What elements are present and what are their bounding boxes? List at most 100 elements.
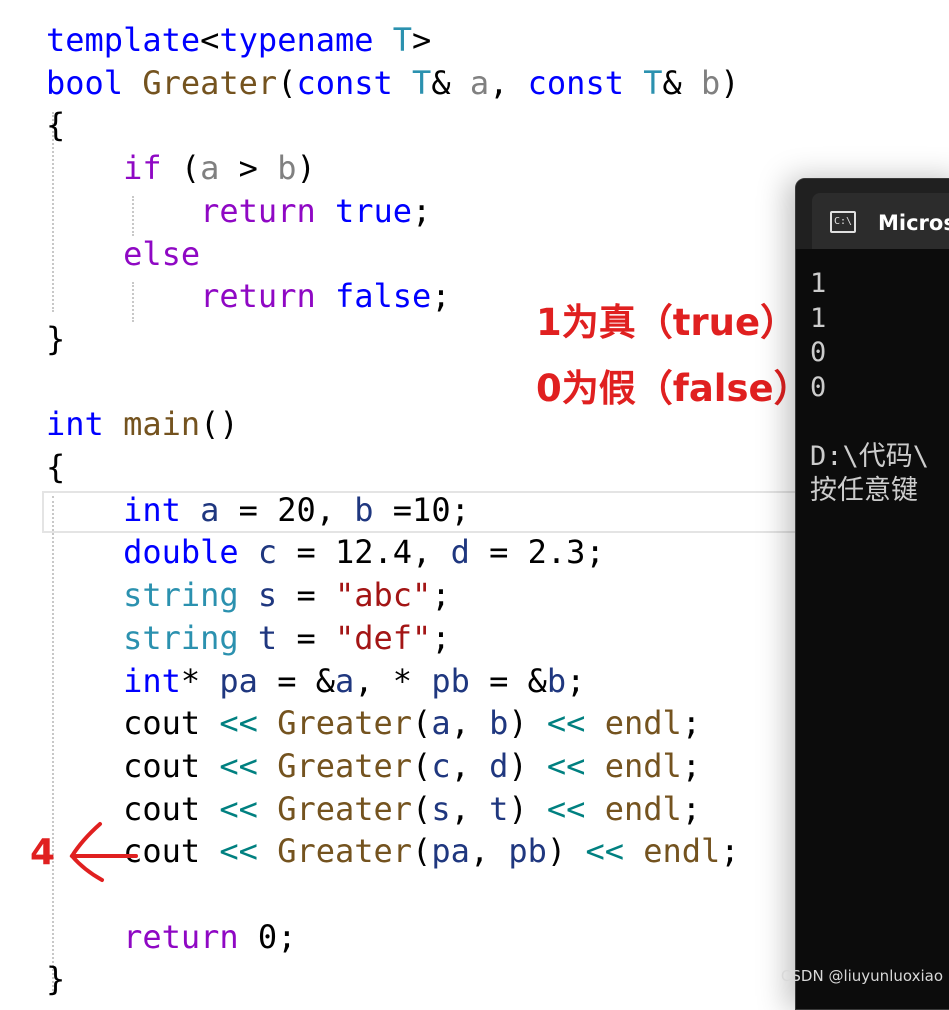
code-token: )	[546, 832, 586, 871]
code-token: Greater	[277, 746, 413, 785]
code-token: b	[277, 149, 297, 188]
code-token: Greater	[277, 704, 413, 743]
code-token: =10;	[373, 490, 470, 529]
code-line: return 0;	[46, 916, 296, 959]
code-token: ;	[681, 789, 702, 828]
code-token: T	[412, 63, 432, 102]
code-token: )	[296, 149, 316, 188]
code-token: = 12.4,	[277, 533, 451, 572]
code-token: "def"	[334, 618, 432, 657]
code-token: a	[469, 63, 490, 102]
code-token: double	[123, 533, 239, 572]
code-token: endl	[604, 789, 682, 828]
code-token: s	[431, 789, 451, 828]
code-token: T	[643, 63, 663, 102]
watermark: CSDN @liuyunluoxiao	[780, 967, 943, 985]
code-token: <<	[546, 704, 586, 743]
code-token: d	[450, 533, 470, 572]
code-line: else	[46, 233, 200, 276]
code-token: cout	[123, 704, 201, 743]
code-line: return false;	[46, 275, 451, 318]
code-token: c	[257, 533, 278, 572]
code-token: (	[412, 704, 432, 743]
debug-console-window[interactable]: C:\ Microsoft Visual Studio 调试控制台 1100D:…	[795, 178, 949, 1010]
code-token: pa	[219, 661, 258, 700]
code-token: ;	[431, 618, 451, 657]
code-token: a	[334, 661, 355, 700]
code-token: true	[334, 191, 413, 230]
code-line: string s = "abc";	[46, 574, 451, 617]
code-token: =	[277, 618, 335, 657]
code-token: else	[123, 234, 201, 273]
console-output-line: 0	[810, 371, 827, 403]
code-token: )	[720, 63, 740, 102]
code-token: main	[123, 405, 201, 444]
annotation-true: 1为真（true）	[536, 301, 798, 344]
code-token: endl	[604, 704, 682, 743]
code-token: <<	[219, 746, 258, 785]
code-token: (	[412, 789, 432, 828]
code-token: return	[123, 917, 239, 956]
code-line: cout << Greater(c, d) << endl;	[46, 745, 701, 788]
code-token: }	[46, 960, 66, 999]
code-line: {	[46, 446, 65, 489]
code-token: Greater	[142, 63, 278, 102]
code-token: <	[200, 21, 220, 59]
arrow-icon	[69, 822, 138, 882]
console-output-line: 1	[810, 302, 827, 334]
code-line: int a = 20, b =10;	[46, 489, 470, 532]
console-tab[interactable]: C:\ Microsoft Visual Studio 调试控制台	[812, 193, 949, 249]
code-token: ,	[450, 789, 490, 828]
code-token: return	[200, 191, 316, 230]
code-line: int main()	[46, 403, 239, 446]
code-token: ;	[431, 277, 451, 316]
code-token: return	[200, 277, 316, 316]
code-token: <<	[219, 789, 258, 828]
code-token: a	[200, 149, 220, 188]
code-line: if (a > b)	[46, 147, 316, 190]
code-line: cout << Greater(a, b) << endl;	[46, 702, 701, 745]
code-line: double c = 12.4, d = 2.3;	[46, 531, 605, 574]
code-token: endl	[643, 832, 721, 871]
code-token: {	[46, 448, 66, 486]
code-token: c	[431, 746, 451, 785]
code-token: Greater	[277, 832, 413, 871]
code-token: if	[123, 149, 162, 188]
console-titlebar[interactable]: C:\ Microsoft Visual Studio 调试控制台	[796, 179, 949, 249]
code-token: (	[277, 63, 297, 102]
code-token: )	[508, 704, 547, 743]
code-token: (	[412, 832, 432, 871]
code-token: int	[123, 490, 181, 529]
code-line: }	[46, 318, 65, 361]
code-token: ;	[431, 576, 451, 615]
code-line: string t = "def";	[46, 617, 451, 660]
code-token: )	[508, 746, 547, 785]
code-token: ;	[412, 191, 432, 230]
code-token: int	[123, 661, 181, 700]
code-token: const	[527, 63, 624, 102]
code-token: <<	[219, 704, 258, 743]
console-title: Microsoft Visual Studio 调试控制台	[878, 211, 949, 235]
console-output-line: 0	[810, 337, 827, 368]
code-line: int* pa = &a, * pb = &b;	[46, 660, 585, 703]
code-token: (	[412, 746, 432, 785]
